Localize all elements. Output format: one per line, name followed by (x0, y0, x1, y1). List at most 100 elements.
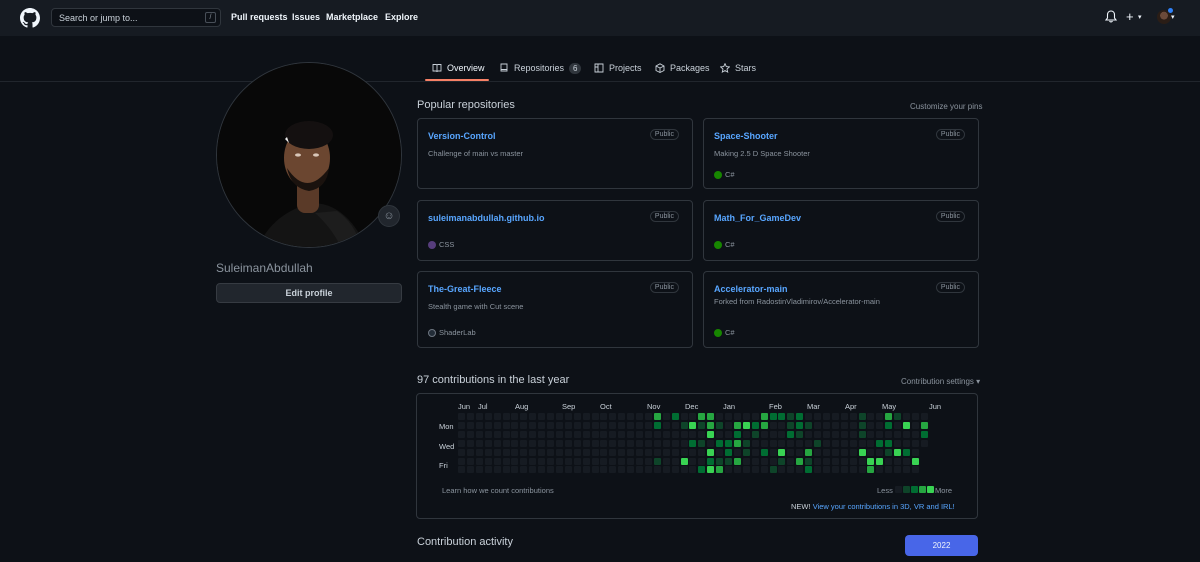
contribution-day-cell[interactable] (591, 457, 599, 465)
contribution-day-cell[interactable] (733, 457, 741, 465)
contribution-day-cell[interactable] (814, 466, 821, 474)
contribution-day-cell[interactable] (493, 439, 501, 447)
contribution-day-cell[interactable] (698, 439, 706, 447)
contribution-day-cell[interactable] (796, 457, 804, 465)
contribution-day-cell[interactable] (894, 421, 902, 429)
contribution-day-cell[interactable] (644, 466, 652, 474)
contribution-day-cell[interactable] (564, 457, 572, 465)
contribution-day-cell[interactable] (466, 439, 474, 447)
contribution-day-cell[interactable] (822, 466, 830, 474)
contribution-day-cell[interactable] (876, 413, 884, 420)
contribution-day-cell[interactable] (831, 421, 839, 429)
contribution-day-cell[interactable] (547, 421, 554, 429)
contribution-day-cell[interactable] (867, 439, 875, 447)
contribution-day-cell[interactable] (920, 439, 928, 447)
contribution-day-cell[interactable] (636, 421, 643, 429)
contribution-day-cell[interactable] (787, 466, 795, 474)
contribution-day-cell[interactable] (618, 439, 626, 447)
contribution-day-cell[interactable] (707, 457, 715, 465)
contribution-day-cell[interactable] (840, 430, 848, 438)
contribution-day-cell[interactable] (458, 439, 465, 447)
contribution-day-cell[interactable] (671, 457, 679, 465)
chevron-down-icon[interactable]: ▾ (1138, 13, 1142, 21)
contribution-day-cell[interactable] (689, 466, 697, 474)
contribution-day-cell[interactable] (751, 413, 759, 420)
contribution-day-cell[interactable] (627, 457, 635, 465)
contribution-day-cell[interactable] (876, 439, 884, 447)
contribution-day-cell[interactable] (591, 413, 599, 420)
contribution-day-cell[interactable] (716, 466, 724, 474)
contribution-day-cell[interactable] (529, 413, 537, 420)
contribution-day-cell[interactable] (662, 439, 670, 447)
contribution-day-cell[interactable] (627, 413, 635, 420)
contribution-day-cell[interactable] (618, 430, 626, 438)
contribution-day-cell[interactable] (484, 448, 492, 456)
contribution-day-cell[interactable] (778, 457, 786, 465)
contribution-day-cell[interactable] (778, 439, 786, 447)
contribution-day-cell[interactable] (547, 430, 554, 438)
contribution-day-cell[interactable] (796, 466, 804, 474)
contribution-day-cell[interactable] (903, 466, 910, 474)
contribution-day-cell[interactable] (671, 421, 679, 429)
contribution-day-cell[interactable] (903, 457, 910, 465)
contribution-day-cell[interactable] (867, 413, 875, 420)
contribution-day-cell[interactable] (609, 413, 617, 420)
contribution-day-cell[interactable] (609, 439, 617, 447)
contribution-day-cell[interactable] (689, 439, 697, 447)
contribution-day-cell[interactable] (822, 448, 830, 456)
contribution-day-cell[interactable] (742, 413, 750, 420)
contribution-day-cell[interactable] (778, 466, 786, 474)
nav-pull-requests[interactable]: Pull requests (231, 12, 288, 22)
contribution-day-cell[interactable] (903, 430, 910, 438)
contribution-day-cell[interactable] (520, 430, 528, 438)
contribution-day-cell[interactable] (502, 413, 510, 420)
contribution-day-cell[interactable] (867, 466, 875, 474)
contribution-day-cell[interactable] (796, 439, 804, 447)
contribution-day-cell[interactable] (894, 430, 902, 438)
contribution-day-cell[interactable] (582, 421, 590, 429)
contribution-day-cell[interactable] (698, 457, 706, 465)
contribution-day-cell[interactable] (867, 448, 875, 456)
contribution-day-cell[interactable] (502, 448, 510, 456)
contribution-day-cell[interactable] (911, 413, 919, 420)
contribution-day-cell[interactable] (653, 466, 661, 474)
contribution-day-cell[interactable] (787, 457, 795, 465)
contribution-day-cell[interactable] (920, 421, 928, 429)
contribution-day-cell[interactable] (849, 430, 857, 438)
contribution-day-cell[interactable] (805, 430, 813, 438)
contribution-day-cell[interactable] (644, 439, 652, 447)
contribution-day-cell[interactable] (920, 413, 928, 420)
contribution-day-cell[interactable] (858, 413, 866, 420)
contribution-day-cell[interactable] (725, 421, 732, 429)
contribution-day-cell[interactable] (903, 421, 910, 429)
contribution-day-cell[interactable] (573, 413, 581, 420)
year-2022-button[interactable]: 2022 (905, 535, 978, 556)
contribution-day-cell[interactable] (529, 439, 537, 447)
contribution-day-cell[interactable] (618, 421, 626, 429)
contribution-day-cell[interactable] (671, 448, 679, 456)
contribution-day-cell[interactable] (493, 466, 501, 474)
contribution-day-cell[interactable] (689, 448, 697, 456)
contribution-day-cell[interactable] (840, 448, 848, 456)
contribution-day-cell[interactable] (591, 430, 599, 438)
contribution-day-cell[interactable] (609, 421, 617, 429)
repo-name-link[interactable]: suleimanabdullah.github.io (428, 213, 545, 223)
contribution-day-cell[interactable] (698, 430, 706, 438)
contribution-day-cell[interactable] (778, 430, 786, 438)
contribution-day-cell[interactable] (600, 430, 608, 438)
contribution-day-cell[interactable] (671, 466, 679, 474)
contribution-day-cell[interactable] (769, 413, 777, 420)
contribution-day-cell[interactable] (636, 466, 643, 474)
contribution-day-cell[interactable] (831, 430, 839, 438)
contribution-day-cell[interactable] (547, 457, 554, 465)
contribution-day-cell[interactable] (787, 421, 795, 429)
contribution-day-cell[interactable] (805, 466, 813, 474)
contribution-day-cell[interactable] (636, 413, 643, 420)
contribution-day-cell[interactable] (689, 413, 697, 420)
contribution-day-cell[interactable] (698, 413, 706, 420)
contribution-day-cell[interactable] (466, 430, 474, 438)
contribution-day-cell[interactable] (716, 430, 724, 438)
contribution-day-cell[interactable] (511, 421, 519, 429)
contribution-day-cell[interactable] (564, 448, 572, 456)
contribution-day-cell[interactable] (609, 430, 617, 438)
